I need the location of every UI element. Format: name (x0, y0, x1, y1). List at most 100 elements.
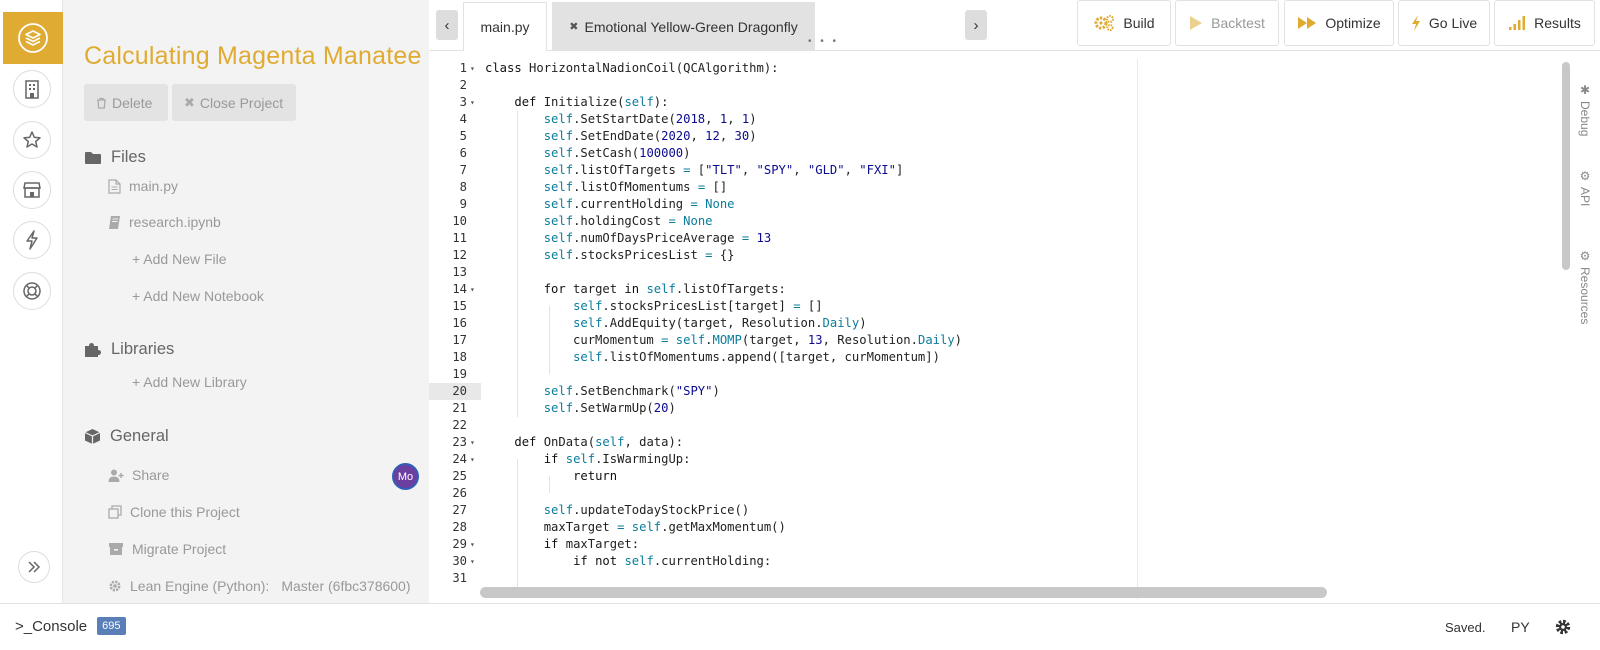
code-line[interactable]: 13 (429, 264, 1557, 281)
code-line[interactable]: 16 self.AddEquity(target, Resolution.Dai… (429, 315, 1557, 332)
debug-tab[interactable]: ✱ Debug (1578, 83, 1592, 136)
file-main-py[interactable]: main.py (108, 178, 178, 194)
fold-toggle-icon[interactable]: ▾ (470, 536, 475, 553)
fold-toggle-icon[interactable]: ▾ (470, 451, 475, 468)
project-title[interactable]: Calculating Magenta Manatee (84, 42, 422, 71)
code-line[interactable]: 17 curMomentum = self.MOMP(target, 13, R… (429, 332, 1557, 349)
code-line[interactable]: 5 self.SetEndDate(2020, 12, 30) (429, 128, 1557, 145)
delete-button[interactable]: Delete (84, 84, 168, 121)
general-section-header[interactable]: General (84, 427, 169, 446)
code-line[interactable]: 8 self.listOfMomentums = [] (429, 179, 1557, 196)
layers-logo-icon[interactable] (3, 12, 63, 64)
share-label: Share (132, 467, 170, 483)
code-line[interactable]: 23 ▾ def OnData(self, data): (429, 434, 1557, 451)
close-tab-icon[interactable]: ✖ (569, 20, 578, 33)
line-number: 1 (459, 61, 467, 75)
delete-label: Delete (112, 94, 153, 111)
lightning-icon[interactable] (13, 221, 51, 259)
code-line[interactable]: 30 ▾ if not self.currentHolding: (429, 553, 1557, 570)
code-line[interactable]: 31 (429, 570, 1557, 587)
code-line[interactable]: 4 self.SetStartDate(2018, 1, 1) (429, 111, 1557, 128)
code-text: self.listOfTargets = ["TLT", "SPY", "GLD… (543, 163, 904, 177)
horizontal-scrollbar[interactable] (480, 587, 1327, 598)
lean-engine-value[interactable]: Master (6fbc378600) (281, 578, 410, 594)
file-research-ipynb[interactable]: research.ipynb (108, 214, 221, 230)
tab-scroll-right-button[interactable]: › (965, 10, 987, 40)
build-button[interactable]: Build (1077, 0, 1171, 46)
line-number: 26 (452, 486, 467, 500)
resources-tab[interactable]: ⚙ Resources (1578, 249, 1592, 324)
backtest-button[interactable]: Backtest (1175, 0, 1279, 46)
code-line[interactable]: 2 (429, 77, 1557, 94)
clone-label: Clone this Project (130, 504, 240, 520)
close-project-button[interactable]: ✖ Close Project (172, 84, 296, 121)
add-new-library-link[interactable]: + Add New Library (132, 374, 247, 390)
ide-window: Calculating Magenta Manatee Delete ✖ Clo… (0, 0, 1600, 650)
save-status: Saved. (1445, 620, 1486, 635)
fold-toggle-icon[interactable]: ▾ (470, 281, 475, 298)
star-icon[interactable] (13, 121, 51, 159)
fold-toggle-icon[interactable]: ▾ (470, 94, 475, 111)
add-new-notebook-link[interactable]: + Add New Notebook (132, 288, 264, 304)
language-indicator[interactable]: PY (1511, 619, 1530, 635)
add-new-file-link[interactable]: + Add New File (132, 251, 227, 267)
code-line[interactable]: 10 self.holdingCost = None (429, 213, 1557, 230)
tab-main-py[interactable]: main.py (463, 2, 547, 51)
code-line[interactable]: 26 (429, 485, 1557, 502)
vertical-scrollbar[interactable] (1562, 62, 1570, 270)
files-section-header[interactable]: Files (84, 148, 146, 167)
code-line[interactable]: 27 self.updateTodayStockPrice() (429, 502, 1557, 519)
file-name: research.ipynb (129, 214, 221, 230)
console-button[interactable]: >_Console 695 (15, 617, 126, 635)
go-live-button[interactable]: Go Live (1398, 0, 1490, 46)
results-button[interactable]: Results (1494, 0, 1595, 46)
store-icon[interactable] (13, 171, 51, 209)
code-line[interactable]: 29 ▾ if maxTarget: (429, 536, 1557, 553)
code-line[interactable]: 22 (429, 417, 1557, 434)
fold-toggle-icon[interactable]: ▾ (470, 60, 475, 77)
code-line[interactable]: 6 self.SetCash(100000) (429, 145, 1557, 162)
code-line[interactable]: 9 self.currentHolding = None (429, 196, 1557, 213)
tab-scroll-left-button[interactable]: ‹ (436, 10, 458, 40)
code-line[interactable]: 19 (429, 366, 1557, 383)
code-line[interactable]: 11 self.numOfDaysPriceAverage = 13 (429, 230, 1557, 247)
archive-icon (109, 543, 123, 555)
code-line[interactable]: 25 return (429, 468, 1557, 485)
code-line[interactable]: 24 ▾ if self.IsWarmingUp: (429, 451, 1557, 468)
code-line[interactable]: 12 self.stocksPricesList = {} (429, 247, 1557, 264)
line-number: 6 (459, 146, 467, 160)
expand-panel-button[interactable] (18, 551, 50, 583)
puzzle-icon (85, 342, 101, 357)
building-icon[interactable] (13, 70, 51, 108)
code-line[interactable]: 21 self.SetWarmUp(20) (429, 400, 1557, 417)
code-text: self.SetStartDate(2018, 1, 1) (543, 112, 757, 126)
code-line[interactable]: 28 maxTarget = self.getMaxMomentum() (429, 519, 1557, 536)
share-item[interactable]: Share (108, 467, 169, 483)
code-line[interactable]: 7 self.listOfTargets = ["TLT", "SPY", "G… (429, 162, 1557, 179)
code-editor[interactable]: 1 ▾ class HorizontalNadionCoil(QCAlgorithm… (429, 51, 1557, 603)
files-label: Files (111, 148, 146, 166)
fold-toggle-icon[interactable]: ▾ (470, 434, 475, 451)
line-number: 24 (452, 452, 467, 466)
code-line[interactable]: 15 self.stocksPricesList[target] = [] (429, 298, 1557, 315)
code-line[interactable]: 20 self.SetBenchmark("SPY") (429, 383, 1557, 400)
code-line[interactable]: 3 ▾ def Initialize(self): (429, 94, 1557, 111)
lean-engine-item[interactable]: Lean Engine (Python): Master (6fbc378600… (108, 578, 411, 594)
code-line[interactable]: 14 ▾ for target in self.listOfTargets: (429, 281, 1557, 298)
migrate-project-item[interactable]: Migrate Project (108, 541, 226, 557)
settings-gear-icon[interactable] (1554, 618, 1572, 641)
line-number: 14 (452, 282, 467, 296)
bolt-icon (1411, 15, 1420, 31)
optimize-button[interactable]: Optimize (1284, 0, 1394, 46)
code-line[interactable]: 18 self.listOfMomentums.append([target, … (429, 349, 1557, 366)
project-panel: Calculating Magenta Manatee Delete ✖ Clo… (63, 0, 429, 603)
clone-project-item[interactable]: Clone this Project (108, 504, 240, 520)
lifebuoy-icon[interactable] (13, 272, 51, 310)
fold-toggle-icon[interactable]: ▾ (470, 553, 475, 570)
api-tab[interactable]: ⚙ API (1578, 169, 1592, 206)
libraries-section-header[interactable]: Libraries (84, 340, 174, 359)
code-line[interactable]: 1 ▾ class HorizontalNadionCoil(QCAlgorithm… (429, 60, 1557, 77)
line-number: 31 (452, 571, 467, 585)
avatar[interactable]: Mo (392, 463, 419, 490)
tab-backtest-result[interactable]: ✖ Emotional Yellow-Green Dragonfly • • • (552, 2, 836, 51)
